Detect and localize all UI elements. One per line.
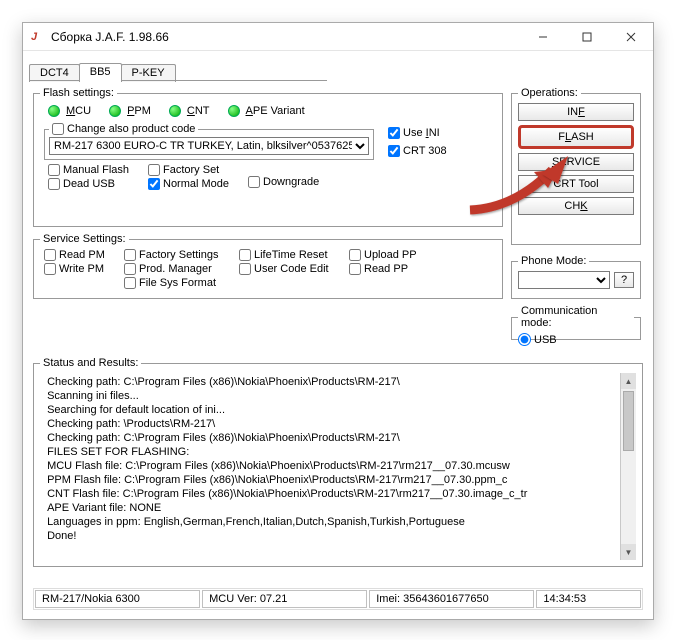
tabs: DCT4 BB5 P-KEY xyxy=(29,59,647,81)
status-group: Status and Results: Checking path: C:\Pr… xyxy=(33,357,643,567)
normal-mode-checkbox[interactable]: Normal Mode xyxy=(148,178,248,190)
scroll-thumb[interactable] xyxy=(623,391,634,451)
status-bar: RM-217/Nokia 6300 MCU Ver: 07.21 Imei: 3… xyxy=(33,588,643,610)
tab-body: Flash settings: MCU PPM CNT APE Variant … xyxy=(29,81,647,369)
mcu-led[interactable] xyxy=(48,105,60,117)
crt-tool-button[interactable]: CRT Tool xyxy=(518,175,634,193)
status-legend: Status and Results: xyxy=(40,357,141,369)
communication-mode-group: Communication mode: USB xyxy=(511,305,641,340)
status-model: RM-217/Nokia 6300 xyxy=(35,590,200,608)
change-code-checkbox[interactable]: Change also product code xyxy=(49,123,198,135)
read-pp-checkbox[interactable]: Read PP xyxy=(349,263,439,275)
use-ini-checkbox[interactable]: Use INI xyxy=(388,127,492,139)
operations-group: Operations: INF FLASH SERVICE CRT Tool C… xyxy=(511,87,641,245)
inf-button[interactable]: INF xyxy=(518,103,634,121)
flash-button[interactable]: FLASH xyxy=(518,125,634,149)
cnt-led[interactable] xyxy=(169,105,181,117)
downgrade-checkbox[interactable]: Downgrade xyxy=(248,176,319,188)
maximize-button[interactable] xyxy=(565,23,609,51)
ppm-label[interactable]: PPM xyxy=(127,105,151,117)
status-imei: Imei: 35643601677650 xyxy=(369,590,534,608)
operations-legend: Operations: xyxy=(518,87,581,99)
status-mcuver: MCU Ver: 07.21 xyxy=(202,590,367,608)
titlebar[interactable]: J Сборка J.A.F. 1.98.66 xyxy=(23,23,653,51)
window-title: Сборка J.A.F. 1.98.66 xyxy=(51,30,169,44)
ape-label[interactable]: APE Variant xyxy=(246,105,305,117)
usb-radio[interactable]: USB xyxy=(518,333,634,346)
phone-mode-help-button[interactable]: ? xyxy=(614,272,634,288)
flash-settings-group: Flash settings: MCU PPM CNT APE Variant … xyxy=(33,87,503,227)
phone-mode-group: Phone Mode: ? xyxy=(511,255,641,299)
write-pm-checkbox[interactable]: Write PM xyxy=(44,263,124,275)
service-settings-legend: Service Settings: xyxy=(40,233,129,245)
upload-pp-checkbox[interactable]: Upload PP xyxy=(349,249,439,261)
lifetime-reset-checkbox[interactable]: LifeTime Reset xyxy=(239,249,349,261)
phone-mode-legend: Phone Mode: xyxy=(518,255,589,267)
user-code-edit-checkbox[interactable]: User Code Edit xyxy=(239,263,349,275)
read-pm-checkbox[interactable]: Read PM xyxy=(44,249,124,261)
flash-settings-legend: Flash settings: xyxy=(40,87,117,99)
status-time: 14:34:53 xyxy=(536,590,641,608)
communication-mode-legend: Communication mode: xyxy=(518,305,634,329)
ape-led[interactable] xyxy=(228,105,240,117)
close-button[interactable] xyxy=(609,23,653,51)
scroll-up-button[interactable]: ▲ xyxy=(621,373,636,389)
product-select[interactable]: RM-217 6300 EURO-C TR TURKEY, Latin, blk… xyxy=(49,137,369,155)
content-area: DCT4 BB5 P-KEY Flash settings: MCU PPM C… xyxy=(29,59,647,613)
service-settings-group: Service Settings: Read PM Write PM Facto… xyxy=(33,233,503,299)
chk-button[interactable]: CHK xyxy=(518,197,634,215)
manual-flash-checkbox[interactable]: Manual Flash xyxy=(48,164,148,176)
factory-set-checkbox[interactable]: Factory Set xyxy=(148,164,248,176)
file-sys-format-checkbox[interactable]: File Sys Format xyxy=(124,277,239,289)
cnt-label[interactable]: CNT xyxy=(187,105,210,117)
crt308-checkbox[interactable]: CRT 308 xyxy=(388,145,492,157)
app-window: J Сборка J.A.F. 1.98.66 DCT4 BB5 P-KEY F… xyxy=(22,22,654,620)
minimize-button[interactable] xyxy=(521,23,565,51)
status-scrollbar[interactable]: ▲ ▼ xyxy=(620,373,636,560)
factory-settings-checkbox[interactable]: Factory Settings xyxy=(124,249,239,261)
prod-manager-checkbox[interactable]: Prod. Manager xyxy=(124,263,239,275)
status-text[interactable]: Checking path: C:\Program Files (x86)\No… xyxy=(42,373,618,558)
ppm-led[interactable] xyxy=(109,105,121,117)
service-button[interactable]: SERVICE xyxy=(518,153,634,171)
tab-bb5[interactable]: BB5 xyxy=(79,63,122,81)
scroll-down-button[interactable]: ▼ xyxy=(621,544,636,560)
app-icon: J xyxy=(31,30,45,44)
dead-usb-checkbox[interactable]: Dead USB xyxy=(48,178,148,190)
mcu-label[interactable]: MCU xyxy=(66,105,91,117)
phone-mode-select[interactable] xyxy=(518,271,610,289)
